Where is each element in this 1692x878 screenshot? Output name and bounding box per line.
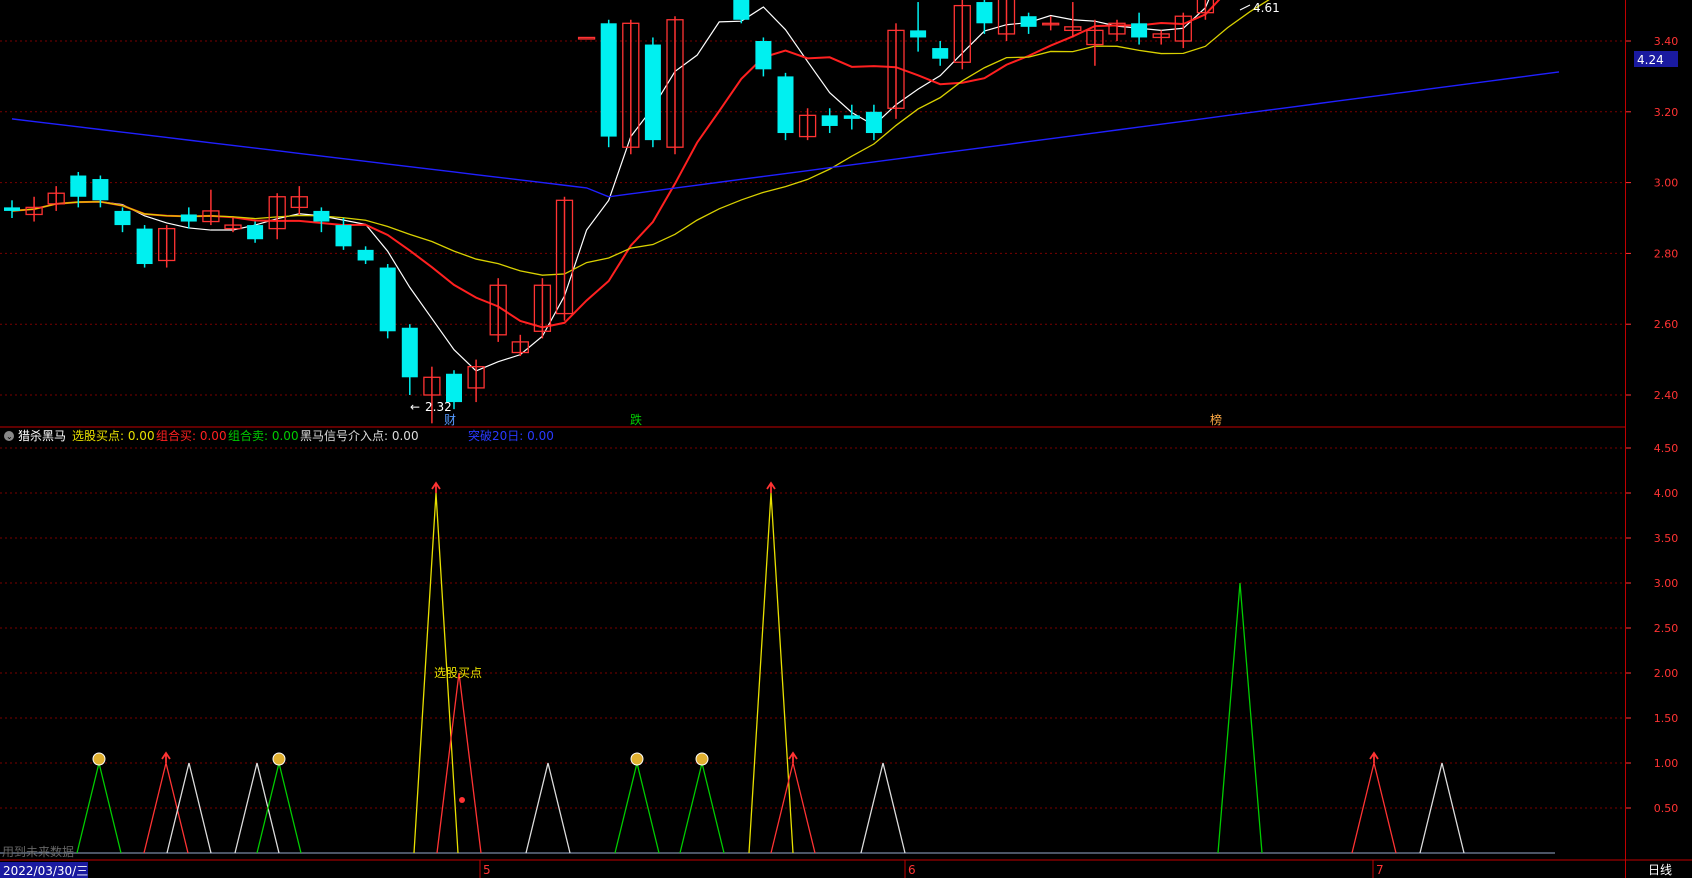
candle-body-down [777,76,794,134]
candle-body-down [313,210,330,222]
indicator-tick-label: 4.50 [1654,442,1679,455]
candle-body-down [932,48,949,59]
candle-body-down [821,115,838,126]
event-marker-die[interactable]: 跌 [630,412,642,427]
indicator-tick-label: 0.50 [1654,802,1679,815]
svg-text:2.32: 2.32 [425,400,452,414]
ma10-line [11,0,1221,329]
buy-arrow-icon [788,751,798,763]
candle-body-down [843,115,860,119]
legend-buy-point: 选股买点: 0.00 [72,429,155,443]
legend-breakout-20: 突破20日: 0.00 [468,428,554,443]
period-daily-button[interactable]: 日线 [1648,863,1672,877]
svg-text:4.61: 4.61 [1253,1,1280,15]
money-bag-icon [92,752,106,766]
candle-body-down [865,111,882,134]
candle-body-down [180,214,197,222]
stock-chart[interactable]: 4.604.404.204.003.803.603.403.203.002.80… [0,0,1692,878]
money-bag-icon [272,752,286,766]
month-label-7: 7 [1376,863,1384,877]
month-label-6: 6 [908,863,916,877]
bottom-bar: 用到未来数据 2022/03/30/三 5 6 7 日线 [0,844,1692,878]
indicator-tick-label: 1.50 [1654,712,1679,725]
high-price-label: 4.61 [1239,1,1280,15]
candle-body-down [114,210,131,226]
low-price-label: ← 2.32 [410,400,452,414]
candle-body-down [70,175,87,197]
candle-body-down [92,179,109,201]
current-date: 2022/03/30/三 [3,864,88,878]
price-axis: 4.604.404.204.003.803.603.403.203.002.80… [1625,35,1679,815]
indicator-tick-label: 3.50 [1654,532,1679,545]
indicator-tick-label: 1.00 [1654,757,1679,770]
candle-body-down [733,0,750,20]
candlestick-series[interactable] [4,0,1567,424]
candle-body-down [446,373,462,403]
legend-combo-buy: 组合买: 0.00 [156,428,227,443]
event-marker-bang[interactable]: 榜 [1210,412,1222,427]
candle-body-up [577,36,596,40]
signal-dot [459,797,465,803]
indicator-tick-label: 2.00 [1654,667,1679,680]
buy-arrow-icon [766,481,776,493]
money-bag-icon [630,752,644,766]
candle-body-down [136,228,153,265]
indicator-spike [860,762,906,854]
indicator-spike [525,762,571,854]
buy-arrow-icon [431,481,441,493]
grid-lines [0,40,1625,809]
legend-dark-horse: 黑马信号介入点: 0.00 [300,429,419,443]
indicator-spike [166,762,212,854]
candle-body-down [401,327,418,378]
candle-body-down [1131,23,1148,38]
event-marker-cai[interactable]: 财 [444,413,456,427]
svg-text:⌄: ⌄ [6,432,13,441]
price-tick-label: 2.60 [1654,318,1679,331]
candle-body-down [357,249,374,261]
ma5-line [11,0,1210,372]
candle-body-down [379,267,396,332]
candle-body-down [644,44,661,141]
price-tick-label: 3.20 [1654,106,1679,119]
indicator-spike [770,762,816,854]
month-label-5: 5 [483,863,491,877]
money-bag-icon [695,752,709,766]
candle-body-down [910,30,927,38]
candle-body-down [976,2,993,24]
price-tick-label: 3.40 [1654,35,1679,48]
candle-body-down [247,225,264,240]
candle-body-down [600,23,617,137]
candle-body-down [335,225,352,247]
indicator-tick-label: 3.00 [1654,577,1679,590]
indicator-spike [256,762,302,854]
indicator-tick-label: 2.50 [1654,622,1679,635]
indicator-spike [1351,762,1397,854]
moving-average-lines [11,0,1560,372]
price-tick-label: 2.40 [1654,389,1679,402]
indicator-header: ⌄ 猎杀黑马 选股买点: 0.00 组合买: 0.00 组合卖: 0.00 黑马… [4,428,554,443]
indicator-spike [436,672,482,854]
svg-text:←: ← [410,400,420,414]
candle-body-down [1020,16,1037,27]
price-tick-label: 2.80 [1654,247,1679,260]
buy-arrow-icon [1369,751,1379,763]
indicator-tick-label: 4.00 [1654,487,1679,500]
future-data-note: 用到未来数据 [2,844,74,859]
candle-body-down [4,207,20,211]
buy-arrow-icon [161,751,171,763]
current-price-value: 4.24 [1637,53,1664,67]
buy-point-annotation: 选股买点 [434,666,482,680]
indicator-spike [76,762,122,854]
legend-combo-sell: 组合卖: 0.00 [228,428,299,443]
price-tick-label: 3.00 [1654,177,1679,190]
indicator-name[interactable]: 猎杀黑马 [18,428,66,443]
candle-body-down [755,41,772,70]
